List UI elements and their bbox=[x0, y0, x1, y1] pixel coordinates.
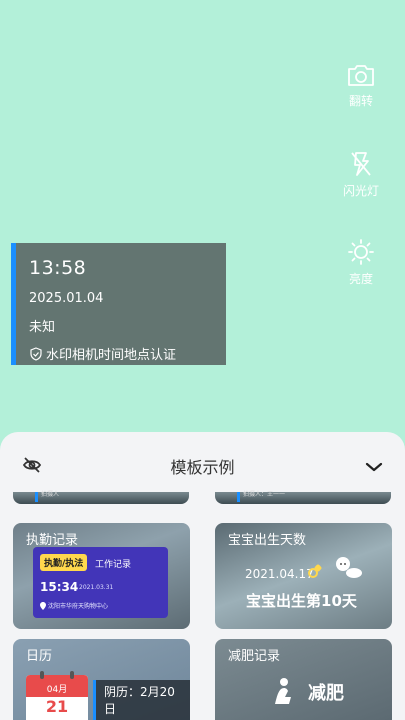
template-card-partial[interactable]: 拍摄人：王一一 bbox=[215, 491, 391, 504]
partial-text: 拍摄人 bbox=[41, 491, 60, 498]
flip-button[interactable]: 翻转 bbox=[339, 62, 383, 109]
calendar-ring bbox=[40, 671, 44, 679]
calendar-month: 04月 bbox=[26, 675, 88, 697]
watermark-time: 13:58 bbox=[29, 257, 87, 279]
watermark-auth-text: 水印相机时间地点认证 bbox=[46, 348, 177, 363]
template-card-partial[interactable]: 拍摄人 bbox=[13, 491, 189, 504]
flip-label: 翻转 bbox=[348, 94, 373, 108]
partial-text: 拍摄人：王一一 bbox=[243, 491, 286, 498]
collapse-sheet-button[interactable] bbox=[365, 458, 383, 477]
template-card-baby[interactable]: 宝宝出生天数 2021.04.17 宝宝出生第10天 bbox=[215, 523, 392, 629]
duty-type: 工作记录 bbox=[95, 560, 132, 570]
accent-bar bbox=[237, 492, 240, 502]
calendar-ring bbox=[70, 671, 74, 679]
brightness-button[interactable]: 亮度 bbox=[339, 238, 383, 287]
duty-location-text: 沈阳市华府天购物中心 bbox=[48, 603, 109, 610]
template-card-diet[interactable]: 减肥记录 减肥 bbox=[215, 639, 392, 720]
card-title: 宝宝出生天数 bbox=[228, 533, 307, 548]
watermark-date: 2025.01.04 bbox=[29, 291, 104, 306]
calendar-preview: 04月 21 bbox=[26, 671, 88, 720]
sheet-title: 模板示例 bbox=[170, 458, 235, 477]
weight-loss-icon bbox=[275, 678, 291, 704]
diet-text: 减肥 bbox=[308, 683, 344, 704]
watermark-card[interactable]: 13:58 2025.01.04 未知 水印相机时间地点认证 bbox=[11, 243, 226, 365]
accent-bar bbox=[35, 492, 38, 502]
baby-days: 宝宝出生第10天 bbox=[246, 592, 357, 610]
watermark-location: 未知 bbox=[29, 320, 56, 335]
brightness-label: 亮度 bbox=[348, 272, 373, 286]
duty-time: 15:34 bbox=[40, 580, 79, 594]
card-title: 执勤记录 bbox=[26, 533, 79, 548]
template-sheet: 模板示例 拍摄人 拍摄人：王一一 执勤记录 执勤/执法 工作记录 15:34 2… bbox=[0, 432, 405, 720]
card-title: 日历 bbox=[26, 649, 53, 664]
chevron-down-icon bbox=[365, 462, 383, 472]
template-card-calendar[interactable]: 日历 04月 21 阴历：2月20日 bbox=[13, 639, 190, 720]
location-pin-icon bbox=[40, 601, 46, 610]
sheet-header: 模板示例 bbox=[0, 432, 405, 492]
baby-icon bbox=[336, 557, 362, 578]
flash-off-icon bbox=[351, 152, 371, 176]
template-card-duty[interactable]: 执勤记录 执勤/执法 工作记录 15:34 2021.03.31 沈阳市华府天购… bbox=[13, 523, 190, 629]
calendar-day: 21 bbox=[45, 697, 69, 716]
sun-icon bbox=[348, 239, 374, 265]
flash-label: 闪光灯 bbox=[342, 184, 379, 198]
watermark-auth: 水印相机时间地点认证 bbox=[29, 344, 226, 363]
flash-button[interactable]: 闪光灯 bbox=[339, 150, 383, 199]
pacifier-icon bbox=[308, 564, 322, 578]
card-title: 减肥记录 bbox=[228, 649, 281, 664]
lunar-date: 阴历：2月20日 bbox=[93, 680, 190, 720]
duty-preview: 执勤/执法 工作记录 15:34 2021.03.31 沈阳市华府天购物中心 bbox=[33, 547, 168, 618]
camera-flip-icon bbox=[348, 65, 374, 86]
duty-tag: 执勤/执法 bbox=[40, 554, 88, 571]
baby-date: 2021.04.17 bbox=[245, 567, 314, 581]
shield-icon bbox=[30, 346, 42, 361]
duty-date: 2021.03.31 bbox=[79, 584, 114, 591]
duty-location: 沈阳市华府天购物中心 bbox=[40, 601, 108, 610]
